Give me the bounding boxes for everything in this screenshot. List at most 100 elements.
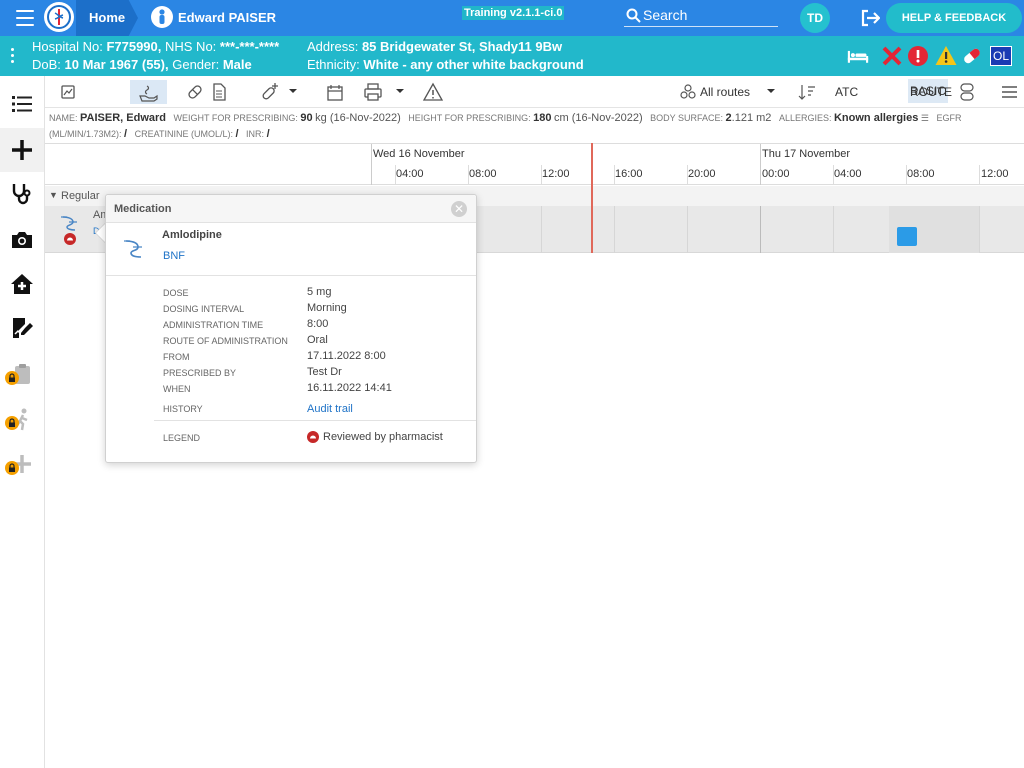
plus-icon[interactable]	[10, 138, 34, 162]
home-medical-icon[interactable]	[10, 272, 34, 296]
top-bar: Home Edward PAISER Training v2.1.1-ci.0 …	[0, 0, 1024, 36]
printer-icon[interactable]	[362, 81, 384, 103]
audit-trail-link[interactable]: Audit trail	[307, 403, 353, 415]
tick-label: 12:00	[542, 168, 570, 180]
caret-down-icon[interactable]: ▼	[49, 190, 58, 200]
egfr-unit: (ML/MIN/1.73M2):	[49, 129, 122, 139]
chart-view-icon[interactable]	[57, 81, 79, 103]
more-vertical-icon[interactable]	[11, 48, 15, 66]
chevron-down-icon[interactable]	[395, 86, 405, 96]
alert-icon[interactable]	[907, 45, 929, 67]
tick-label: 00:00	[762, 168, 790, 180]
search-icon	[626, 8, 641, 23]
lock-icon	[5, 416, 19, 430]
pill-outline-icon[interactable]	[129, 81, 151, 103]
sort-icon[interactable]	[796, 81, 818, 103]
search-input[interactable]: Search	[624, 5, 778, 27]
pharmacist-review-icon	[307, 431, 319, 443]
tablet-icon[interactable]	[184, 81, 206, 103]
address-label: Address:	[307, 39, 359, 54]
height-label: HEIGHT FOR PRESCRIBING:	[408, 113, 531, 123]
tick-label: 04:00	[396, 168, 424, 180]
popup-title: Medication	[114, 203, 172, 215]
height-value: 180	[533, 112, 552, 124]
timeline-header: Wed 16 November Thu 17 November 04:00 08…	[45, 143, 1024, 185]
app-logo-icon	[44, 2, 74, 32]
home-button[interactable]: Home	[76, 0, 138, 36]
logout-icon[interactable]	[860, 9, 880, 27]
allergies-list-icon[interactable]: ☰	[921, 113, 929, 123]
weight-unit: kg (16-Nov-2022)	[315, 112, 401, 124]
egfr-label: EGFR	[936, 113, 962, 123]
help-feedback-button[interactable]: HELP & FEEDBACK	[886, 3, 1022, 33]
camera-icon[interactable]	[10, 228, 34, 252]
route-button[interactable]: ROUTE	[910, 85, 952, 99]
dose-block[interactable]	[897, 227, 917, 246]
day-divider	[760, 144, 761, 185]
close-red-icon[interactable]	[881, 45, 903, 67]
chevron-down-icon[interactable]	[766, 86, 776, 96]
patient-info-row: NAME: PAISER, Edward WEIGHT FOR PRESCRIB…	[49, 110, 1019, 142]
legend-label: LEGEND	[163, 433, 201, 443]
chevron-down-icon[interactable]	[288, 86, 298, 96]
atc-button[interactable]: ATC	[835, 85, 858, 99]
grid-line	[687, 206, 688, 253]
address-line: Address: 85 Bridgewater St, Shady11 9Bw	[307, 39, 562, 54]
routes-icon[interactable]	[677, 81, 699, 103]
lock-icon	[5, 461, 19, 475]
row-value: Morning	[307, 302, 347, 314]
row-label: PRESCRIBED BY	[163, 368, 237, 378]
grid-line	[833, 206, 834, 253]
row-value: 5 mg	[307, 286, 332, 298]
row-label: FROM	[163, 352, 190, 362]
training-badge: Training v2.1.1-ci.0	[462, 6, 565, 20]
name-value: PAISER, Edward	[80, 112, 167, 124]
divider	[106, 275, 476, 276]
tick-label: 12:00	[981, 168, 1009, 180]
menu-icon[interactable]	[16, 10, 34, 26]
name-label: NAME:	[49, 113, 78, 123]
pill-icon[interactable]	[961, 45, 983, 67]
tick-label: 04:00	[834, 168, 862, 180]
close-icon[interactable]: ✕	[451, 201, 467, 217]
medication-popup: Medication ✕ Amlodipine BNF DOSE 5 mg DO…	[105, 194, 477, 463]
dob-line: DoB: 10 Mar 1967 (55), Gender: Male	[32, 57, 252, 72]
document-icon[interactable]	[208, 81, 230, 103]
warning-icon[interactable]	[935, 45, 957, 67]
nhs-label: NHS No:	[165, 39, 217, 54]
capsule-group-icon[interactable]	[956, 81, 978, 103]
edit-document-icon[interactable]	[10, 316, 34, 340]
warning-outline-icon[interactable]	[422, 81, 444, 103]
ethnicity-line: Ethnicity: White - any other white backg…	[307, 57, 584, 72]
ol-badge[interactable]: OL	[990, 46, 1012, 66]
dob-value: 10 Mar 1967 (55),	[64, 57, 169, 72]
stethoscope-icon[interactable]	[10, 182, 34, 206]
sidebar	[0, 76, 45, 768]
legend-value: Reviewed by pharmacist	[323, 431, 443, 443]
bsa-dec: .121 m2	[731, 112, 772, 124]
tick-label: 08:00	[469, 168, 497, 180]
address-value: 85 Bridgewater St, Shady11 9Bw	[361, 39, 563, 54]
row-label: ROUTE OF ADMINISTRATION	[163, 336, 288, 346]
row-value: Test Dr	[307, 366, 342, 378]
grid-line	[614, 206, 615, 253]
creatinine-label: CREATININE (UMOL/L):	[134, 129, 233, 139]
calendar-add-icon[interactable]	[324, 81, 346, 103]
row-value: 8:00	[307, 318, 329, 330]
routes-select[interactable]: All routes	[700, 85, 750, 99]
bed-icon[interactable]	[847, 45, 869, 67]
add-medication-icon[interactable]	[259, 81, 281, 103]
hamburger-icon[interactable]	[998, 81, 1020, 103]
ethnicity-label: Ethnicity:	[307, 57, 360, 72]
bnf-link[interactable]: BNF	[163, 250, 185, 262]
avatar[interactable]: TD	[800, 3, 830, 33]
group-label: Regular	[61, 190, 100, 202]
allergies-value[interactable]: Known allergies	[834, 112, 918, 124]
list-icon[interactable]	[10, 92, 34, 116]
bsa-label: BODY SURFACE:	[650, 113, 724, 123]
grid-line	[979, 206, 980, 253]
current-time-line	[591, 143, 593, 253]
patient-name[interactable]: Edward PAISER	[178, 10, 276, 25]
row-value: 16.11.2022 14:41	[307, 382, 392, 394]
egfr-value: /	[124, 128, 128, 140]
